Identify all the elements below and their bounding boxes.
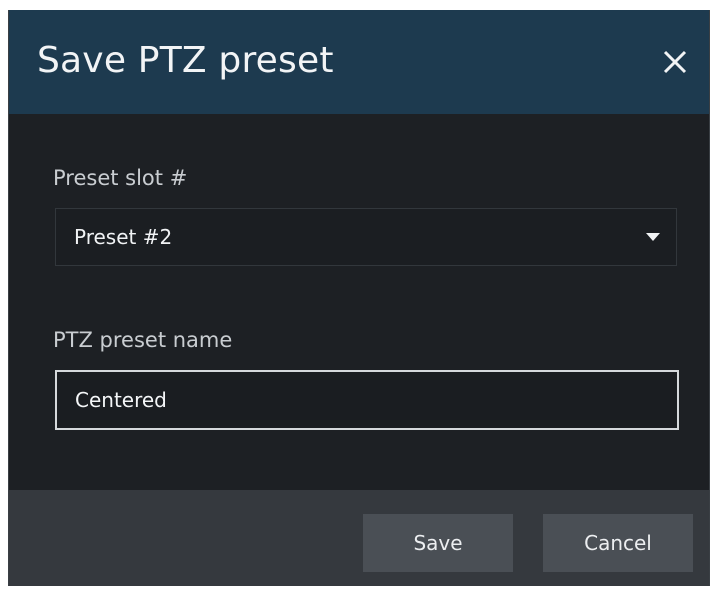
preset-slot-select[interactable]: Preset #2 xyxy=(55,208,677,266)
cancel-button[interactable]: Cancel xyxy=(543,514,693,572)
dialog-title: Save PTZ preset xyxy=(37,40,334,81)
dialog-footer: Save Cancel xyxy=(9,490,709,586)
close-icon xyxy=(663,50,687,74)
preset-slot-value: Preset #2 xyxy=(74,225,173,249)
preset-name-input[interactable] xyxy=(55,370,679,430)
close-button[interactable] xyxy=(655,42,695,82)
save-button[interactable]: Save xyxy=(363,514,513,572)
dialog-titlebar: Save PTZ preset xyxy=(9,10,709,114)
preset-slot-label: Preset slot # xyxy=(53,166,188,190)
save-ptz-preset-dialog: Save PTZ preset Preset slot # Preset #2 … xyxy=(8,10,710,586)
preset-name-label: PTZ preset name xyxy=(53,328,233,352)
chevron-down-icon xyxy=(646,233,660,241)
